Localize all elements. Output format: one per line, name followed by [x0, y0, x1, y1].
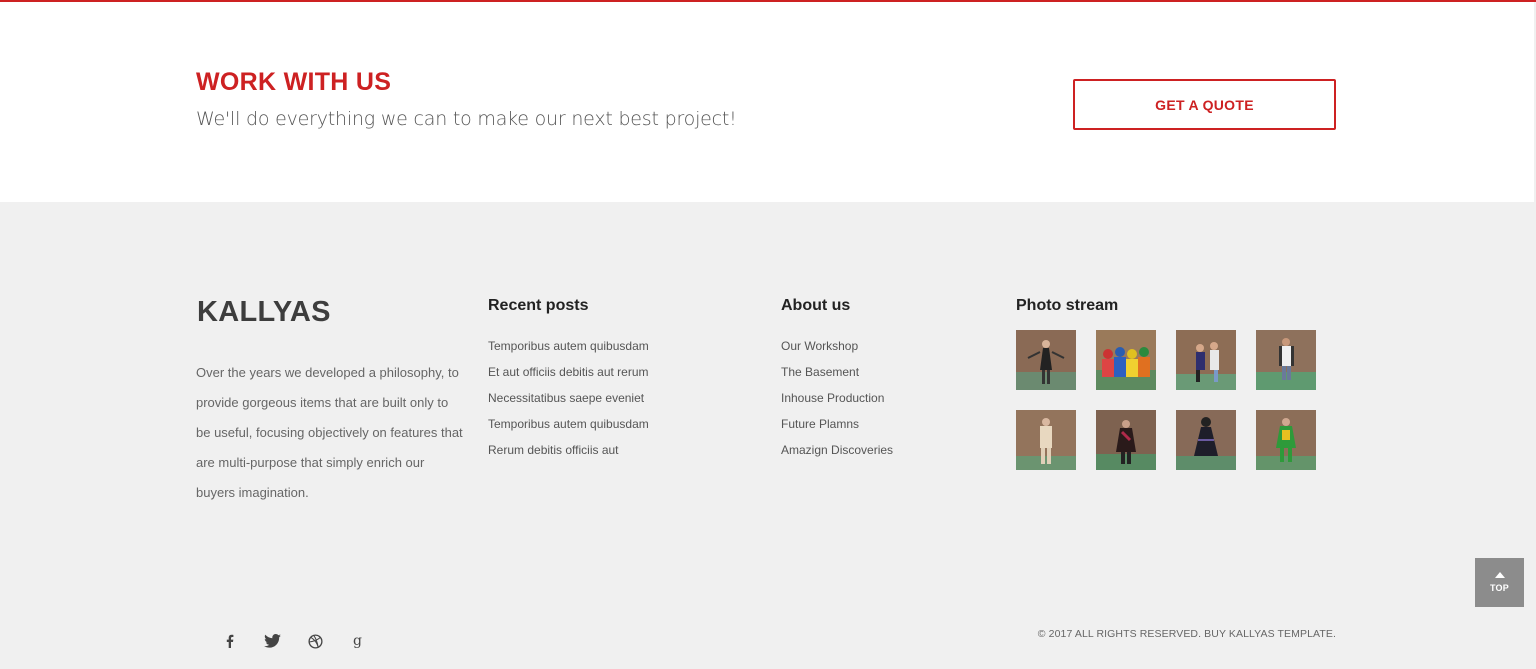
photo-thumb[interactable] — [1096, 330, 1156, 390]
photo-thumb[interactable] — [1096, 410, 1156, 470]
recent-post-link[interactable]: Rerum debitis officiis aut — [488, 437, 649, 463]
kallyas-logo[interactable]: KALLYAS — [197, 296, 331, 329]
recent-posts-list: Temporibus autem quibusdam Et aut offici… — [488, 333, 649, 463]
photo-stream-grid — [1016, 330, 1316, 470]
recent-posts-heading: Recent posts — [488, 297, 589, 314]
about-us-link[interactable]: Inhouse Production — [781, 385, 893, 411]
about-us-link[interactable]: Amazign Discoveries — [781, 437, 893, 463]
about-paragraph: Over the years we developed a philosophy… — [196, 365, 463, 500]
photo-thumb[interactable] — [1256, 330, 1316, 390]
arrow-up-icon — [1494, 572, 1505, 578]
recent-post-link[interactable]: Temporibus autem quibusdam — [488, 411, 649, 437]
photo-thumb[interactable] — [1016, 330, 1076, 390]
photo-thumb[interactable] — [1016, 410, 1076, 470]
recent-post-link[interactable]: Et aut officiis debitis aut rerum — [488, 359, 649, 385]
facebook-icon[interactable] — [208, 630, 251, 652]
about-us-list: Our Workshop The Basement Inhouse Produc… — [781, 333, 893, 463]
photo-thumb[interactable] — [1256, 410, 1316, 470]
photo-stream-heading: Photo stream — [1016, 297, 1119, 314]
work-with-us-section: WORK WITH US We'll do everything we can … — [0, 2, 1534, 202]
recent-post-link[interactable]: Necessitatibus saepe eveniet — [488, 385, 649, 411]
top-label: TOP — [1490, 583, 1509, 593]
cta-title: WORK WITH US — [196, 68, 392, 96]
google-icon[interactable]: g — [337, 630, 380, 652]
back-to-top-button[interactable]: TOP — [1475, 558, 1524, 607]
social-icons: g — [208, 630, 380, 652]
twitter-icon[interactable] — [251, 630, 294, 652]
recent-post-link[interactable]: Temporibus autem quibusdam — [488, 333, 649, 359]
copyright-text: © 2017 ALL RIGHTS RESERVED. BUY KALLYAS … — [1037, 628, 1336, 640]
about-us-link[interactable]: Our Workshop — [781, 333, 893, 359]
about-us-link[interactable]: The Basement — [781, 359, 893, 385]
photo-thumb[interactable] — [1176, 330, 1236, 390]
about-us-link[interactable]: Future Plamns — [781, 411, 893, 437]
dribbble-icon[interactable] — [294, 630, 337, 652]
get-a-quote-button[interactable]: GET A QUOTE — [1073, 79, 1336, 130]
about-us-heading: About us — [781, 297, 851, 314]
cta-subtitle: We'll do everything we can to make our n… — [196, 108, 737, 130]
photo-thumb[interactable] — [1176, 410, 1236, 470]
svg-text:g: g — [353, 634, 362, 649]
